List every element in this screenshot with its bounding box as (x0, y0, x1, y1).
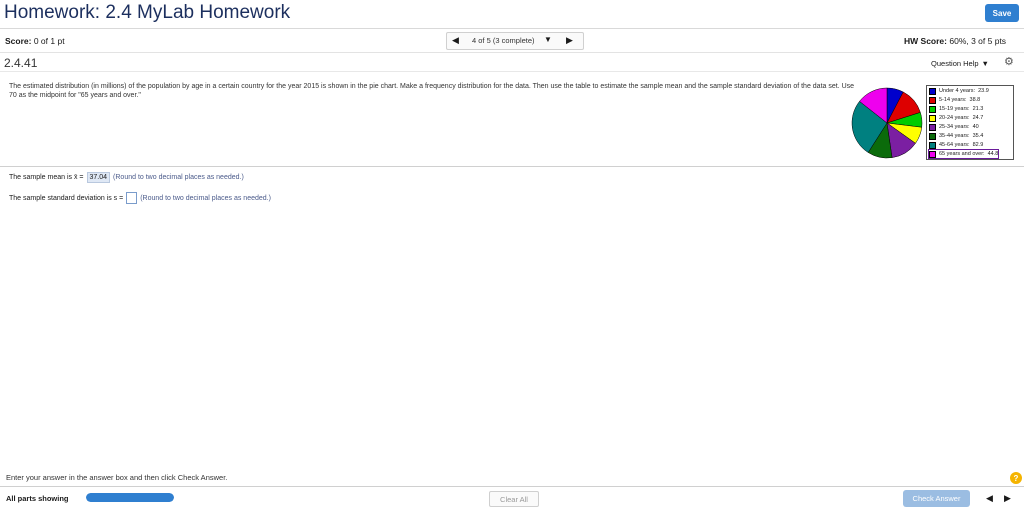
legend-item: Under 4 years: 23.9 (929, 87, 989, 95)
legend-item: 25-34 years: 40 (929, 123, 979, 131)
legend-swatch (929, 123, 936, 131)
sd-prefix: The sample standard deviation is s = (9, 194, 124, 202)
question-dropdown-icon[interactable]: ▼ (544, 35, 552, 44)
legend-label: 20-24 years: (939, 115, 970, 121)
hw-score-label: HW Score: (904, 36, 947, 46)
divider (0, 486, 1024, 487)
legend-item: 35-44 years: 35.4 (929, 132, 983, 140)
progress-bar (86, 493, 174, 502)
page-title: Homework: 2.4 MyLab Homework (4, 2, 291, 23)
prev-question-icon[interactable]: ◀ (452, 35, 459, 46)
legend-label: 5-14 years: (939, 97, 967, 103)
mean-answer-field[interactable]: 37.04 (86, 172, 111, 183)
mean-answer-line: The sample mean is x̄ = 37.04 (Round to … (9, 172, 244, 183)
legend-value: 38.8 (969, 97, 981, 103)
divider (0, 71, 1024, 72)
prev-part-icon[interactable]: ◀ (981, 490, 998, 507)
question-status[interactable]: 4 of 5 (3 complete) (472, 36, 535, 45)
legend-value: 82.9 (972, 142, 984, 148)
legend-swatch (929, 96, 936, 104)
legend-label: 35-44 years: (939, 133, 970, 139)
next-question-icon[interactable]: ▶ (566, 35, 573, 46)
legend-swatch (929, 141, 936, 149)
legend-item: 20-24 years: 24.7 (929, 114, 983, 122)
footer-instruction: Enter your answer in the answer box and … (6, 473, 228, 482)
sd-answer-line: The sample standard deviation is s = (Ro… (9, 192, 271, 204)
score-value: 0 of 1 pt (33, 36, 65, 46)
progress-fill (86, 493, 174, 502)
legend-item: 5-14 years: 38.8 (929, 96, 980, 104)
gear-icon[interactable]: ⚙ (1004, 55, 1014, 68)
legend-swatch (929, 114, 936, 122)
mean-prefix: The sample mean is x̄ = (9, 174, 84, 181)
legend-swatch (929, 150, 936, 158)
hw-score-display: HW Score: 60%, 3 of 5 pts (904, 36, 1006, 46)
score-label: Score: (5, 36, 32, 46)
legend-swatch (929, 132, 936, 140)
legend-label: 65 years and over: (939, 151, 985, 157)
legend-value: 40 (972, 124, 979, 130)
legend-value: 44.8 (987, 151, 999, 157)
sd-hint: (Round to two decimal places as needed.) (140, 194, 271, 202)
divider (0, 166, 1024, 167)
question-number: 2.4.41 (4, 56, 38, 70)
parts-showing-label: All parts showing (6, 494, 69, 503)
legend-item: 15-19 years: 21.3 (929, 105, 983, 113)
check-answer-button[interactable]: Check Answer (903, 490, 970, 507)
legend-label: Under 4 years: (939, 88, 976, 94)
legend-label: 15-19 years: (939, 106, 970, 112)
next-part-icon[interactable]: ▶ (999, 490, 1016, 507)
score-display: Score: 0 of 1 pt (5, 36, 65, 46)
legend-item: 65 years and over: 44.8 (927, 149, 1000, 159)
legend-value: 24.7 (972, 115, 984, 121)
legend-value: 21.3 (972, 106, 984, 112)
legend-swatch (929, 105, 936, 113)
save-button[interactable]: Save (985, 4, 1019, 22)
divider (0, 28, 1024, 29)
legend-value: 23.9 (978, 88, 989, 94)
pie-chart (851, 87, 923, 159)
legend-value: 35.4 (972, 133, 984, 139)
caret-down-icon: ▼ (981, 58, 989, 68)
divider (0, 52, 1024, 53)
mean-hint: (Round to two decimal places as needed.) (113, 174, 244, 181)
pie-legend: Under 4 years: 23.9 5-14 years: 38.8 15-19… (926, 85, 1014, 160)
hw-score-value: 60%, 3 of 5 pts (949, 36, 1007, 46)
question-text: The estimated distribution (in millions)… (9, 83, 855, 99)
clear-all-button[interactable]: Clear All (489, 491, 539, 507)
legend-item: 45-64 years: 82.9 (929, 141, 983, 149)
sd-answer-field[interactable] (126, 192, 138, 204)
legend-swatch (929, 87, 936, 95)
legend-label: 45-64 years: (939, 142, 970, 148)
help-icon[interactable]: ? (1010, 472, 1022, 484)
legend-label: 25-34 years: (939, 124, 970, 130)
question-help-button[interactable]: Question Help ▼ (922, 56, 998, 70)
question-help-label: Question Help (931, 58, 979, 68)
